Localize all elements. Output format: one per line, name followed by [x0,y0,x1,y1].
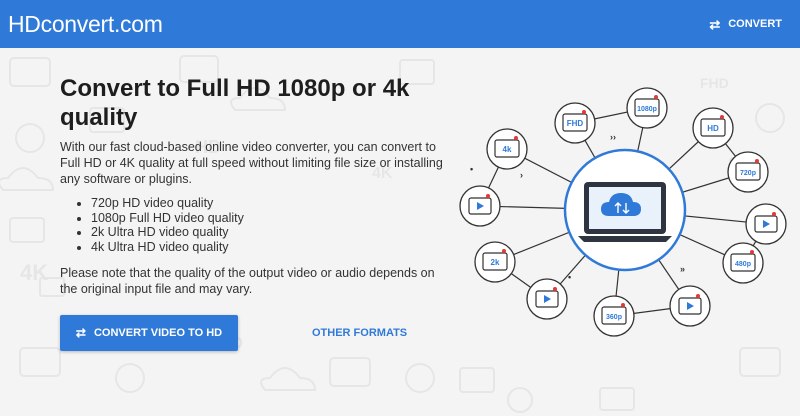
quality-label: 360p [606,314,622,321]
feature-item: 720p HD video quality [91,196,244,211]
convert-video-to-hd-label: CONVERT VIDEO TO HD [93,327,223,339]
hero-section: Convert to Full HD 1080p or 4k quality W… [0,48,800,416]
swap-arrows-icon: ⇄ [75,326,86,340]
swap-arrows-icon: ⇄ [709,16,721,32]
svg-text:›: › [520,170,523,180]
quality-label: 720p [740,170,756,177]
quality-label: FHD [567,119,584,128]
other-formats-link[interactable]: OTHER FORMATS [312,315,407,351]
svg-text:››: ›› [610,132,616,142]
svg-text:»: » [680,264,685,274]
top-bar: HDconvert.com ⇄ CONVERT [0,0,800,48]
intro-paragraph: With our fast cloud-based online video c… [60,140,443,186]
quality-label: HD [707,124,719,133]
feature-item: 4k Ultra HD video quality [91,240,244,255]
center-hub [563,148,687,272]
quality-node-4k: 4k [486,128,528,170]
quality-label: 2k [491,258,500,267]
svg-text:•: • [568,272,571,282]
quality-node-480p: 480p [722,242,764,284]
quality-label: 1080p [637,106,657,113]
node-film-strip-icon [459,185,501,227]
quality-label: 4k [503,145,512,154]
page-title: Convert to Full HD 1080p or 4k quality [60,75,410,131]
quality-label: 480p [735,261,751,268]
nav-convert-link[interactable]: ⇄ CONVERT [709,18,782,31]
feature-item: 1080p Full HD video quality [91,211,244,226]
feature-item: 2k Ultra HD video quality [91,225,244,240]
site-logo[interactable]: HDconvert.com [8,11,163,38]
quality-node-720p: 720p [727,151,769,193]
quality-node-fhd: FHD [554,102,596,144]
quality-node-hd: HD [692,107,734,149]
conversion-diagram: ›› » › • • 1080p HD 720p 480p 360p 2k 4k FHD [459,87,787,337]
convert-video-to-hd-button[interactable]: ⇄ CONVERT VIDEO TO HD [60,315,238,351]
node-phone-video-icon [526,278,568,320]
svg-text:•: • [470,164,473,174]
node-presenter-video-icon [745,203,787,245]
quality-note: Please note that the quality of the outp… [60,266,435,296]
feature-list: 720p HD video quality 1080p Full HD vide… [76,196,244,254]
quality-node-360p: 360p [593,295,635,337]
quality-node-1080p: 1080p [626,87,668,129]
quality-node-2k: 2k [474,241,516,283]
node-video-player-icon [669,285,711,327]
nav-convert-label: CONVERT [728,18,782,30]
